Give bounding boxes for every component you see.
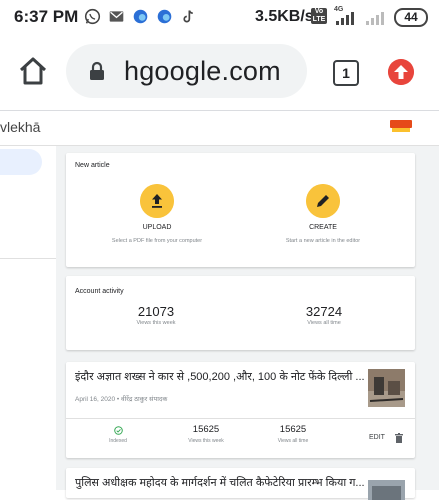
- article-card[interactable]: पुलिस अधीक्षक महोदय के मार्गदर्शन में चल…: [66, 468, 415, 500]
- page-header: vlekhā: [0, 111, 439, 146]
- new-article-card: New article UPLOAD Select a PDF file fro…: [66, 153, 415, 267]
- notification-icons: [84, 8, 197, 25]
- signal-weak-icon: [366, 12, 384, 25]
- gmail-icon: [109, 11, 124, 22]
- browser-toolbar: hgoogle.com 1: [0, 34, 439, 111]
- sidebar-divider: [0, 258, 56, 259]
- upload-button[interactable]: [140, 184, 174, 218]
- new-article-heading: New article: [75, 162, 110, 169]
- home-icon[interactable]: [16, 54, 50, 88]
- article-title[interactable]: पुलिस अधीक्षक महोदय के मार्गदर्शन में चल…: [75, 475, 365, 490]
- status-time: 6:37 PM: [14, 7, 79, 26]
- check-circle-icon: [114, 426, 123, 435]
- lock-icon: [90, 61, 104, 80]
- status-bar: 6:37 PM 3.5KB/s Vo LTE 4G 44: [0, 0, 439, 34]
- views-all-label: Views all time: [307, 320, 341, 326]
- article-views-week-label: Views this week: [188, 438, 224, 444]
- article-card[interactable]: इंदौर अज्ञात शख्स ने कार से ,500,200 ,और…: [66, 362, 415, 458]
- sidebar-item-active[interactable]: [0, 149, 42, 175]
- volte-badge: Vo LTE: [311, 8, 327, 24]
- upload-label[interactable]: UPLOAD: [87, 224, 227, 231]
- article-meta: April 16, 2020 • वीरेंद्र ठाकुर संपादक: [75, 396, 168, 403]
- whatsapp-icon: [84, 8, 101, 25]
- edit-button[interactable]: EDIT: [369, 434, 385, 441]
- indexed-status: Indexed: [109, 438, 127, 444]
- account-activity-card: Account activity 21073 Views this week 3…: [66, 276, 415, 350]
- browser-icon: [133, 9, 148, 24]
- sidebar: [0, 146, 56, 490]
- article-views-all-label: Views all time: [277, 438, 309, 444]
- address-bar[interactable]: hgoogle.com: [66, 44, 307, 98]
- tiktok-icon: [183, 10, 193, 23]
- views-all-value: 32724: [305, 304, 343, 319]
- create-description: Start a new article in the editor: [285, 238, 361, 244]
- network-speed: 3.5KB/s: [255, 8, 314, 25]
- battery-indicator: 44: [394, 8, 428, 27]
- url-text[interactable]: hgoogle.com: [124, 56, 281, 87]
- update-icon[interactable]: [388, 59, 414, 85]
- views-week-label: Views this week: [136, 320, 176, 326]
- views-week-value: 21073: [137, 304, 175, 319]
- article-title[interactable]: इंदौर अज्ञात शख्स ने कार से ,500,200 ,और…: [75, 369, 365, 384]
- article-thumbnail[interactable]: [368, 480, 405, 500]
- browser-icon: [157, 9, 172, 24]
- article-thumbnail[interactable]: [368, 369, 405, 407]
- upload-description: Select a PDF file from your computer: [111, 238, 203, 244]
- trash-icon[interactable]: [395, 433, 403, 443]
- article-divider: [66, 418, 415, 419]
- tab-switcher-button[interactable]: 1: [333, 60, 359, 86]
- article-views-all-value: 15625: [279, 424, 307, 435]
- article-views-week-value: 15625: [192, 424, 220, 435]
- create-button[interactable]: [306, 184, 340, 218]
- create-label[interactable]: CREATE: [253, 224, 393, 231]
- account-activity-heading: Account activity: [75, 288, 124, 295]
- site-title: vlekhā: [0, 119, 41, 135]
- site-logo-icon[interactable]: [390, 118, 412, 134]
- signal-icon: [336, 12, 354, 25]
